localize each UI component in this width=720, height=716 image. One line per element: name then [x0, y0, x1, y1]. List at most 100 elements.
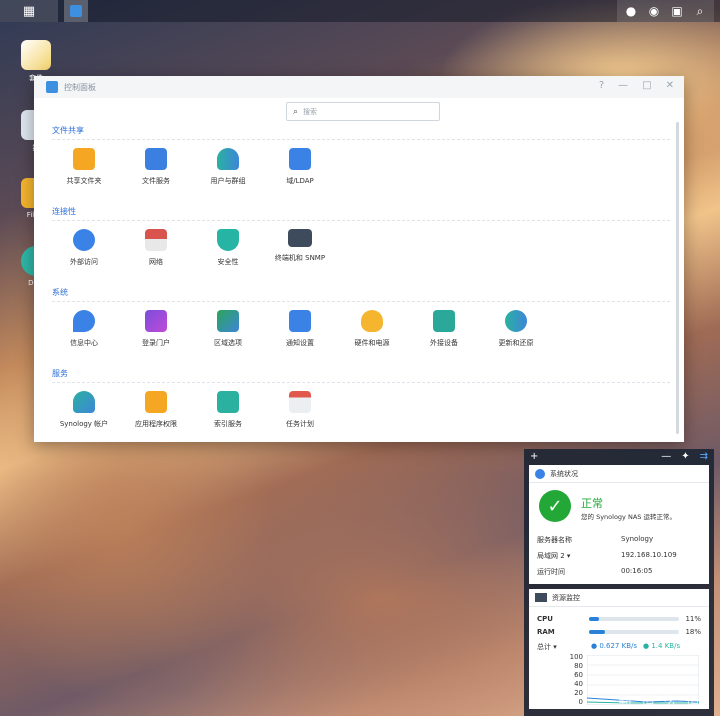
search-icon[interactable]: ⌕: [690, 0, 710, 22]
item-label: 外接设备: [430, 339, 458, 347]
resource-monitor-card: 资源监控 CPU 11% RAM 18% 总计 ▾ ● 0.627 KB/s ●…: [529, 589, 709, 709]
item-label: 通知设置: [286, 339, 314, 347]
widget-panel: + — ✦ ⇉ 系统状况 ✓ 正常 您的 Synology NAS 运转正常。 …: [524, 449, 714, 716]
item-label: 域/LDAP: [286, 177, 314, 185]
section-title-system: 系统: [52, 288, 68, 297]
monitor-chart-icon: [535, 593, 547, 602]
scrollbar[interactable]: [676, 122, 679, 434]
cpu-bar-fill: [589, 617, 599, 621]
item-label: 应用程序权限: [135, 420, 177, 428]
status-message: 您的 Synology NAS 运转正常。: [581, 513, 676, 521]
notification-icon[interactable]: ●: [621, 0, 641, 22]
total-dropdown[interactable]: 总计 ▾: [537, 642, 557, 652]
upload-rate-value: 0.627 KB/s: [599, 642, 638, 650]
divider: [52, 139, 670, 140]
info-icon: [535, 468, 545, 479]
divider: [52, 220, 670, 221]
update-icon: [505, 310, 527, 332]
users-icon: [217, 148, 239, 170]
watermark: 新 值 么 值: [618, 695, 702, 711]
file-services-icon: [145, 148, 167, 170]
map-clock-icon: [217, 310, 239, 332]
item-domain-ldap[interactable]: 域/LDAP: [265, 148, 335, 186]
maximize-button[interactable]: □: [642, 80, 651, 91]
control-panel-icon: [46, 81, 58, 93]
taskbar-tray: ● ◉ ▣ ⌕: [617, 0, 714, 22]
ram-percent: 18%: [685, 628, 701, 636]
item-regional-options[interactable]: 区域选项: [193, 310, 263, 348]
item-label: 索引服务: [214, 420, 242, 428]
axis-tick: 40: [574, 680, 583, 688]
item-login-portal[interactable]: 登录门户: [121, 310, 191, 348]
uptime-label: 运行时间: [537, 568, 565, 576]
package-center-icon: [21, 40, 51, 70]
minimize-button[interactable]: —: [618, 80, 628, 91]
search-icon: ⌕: [293, 106, 299, 117]
item-label: 更新和还原: [498, 339, 534, 347]
widget-settings-icon[interactable]: ⇉: [700, 451, 708, 462]
divider: [52, 301, 670, 302]
axis-tick: 20: [574, 689, 583, 697]
domain-icon: [289, 148, 311, 170]
cpu-bar: [589, 617, 679, 621]
item-external-access[interactable]: 外部访问: [49, 229, 119, 267]
item-notification[interactable]: 通知设置: [265, 310, 335, 348]
help-button[interactable]: ?: [599, 80, 604, 91]
item-shared-folder[interactable]: 共享文件夹: [49, 148, 119, 186]
item-update-restore[interactable]: 更新和还原: [481, 310, 551, 348]
item-label: 用户与群组: [210, 177, 246, 185]
cpu-percent: 11%: [685, 615, 701, 623]
widgets-icon[interactable]: ▣: [667, 0, 687, 22]
download-rate: ● 1.4 KB/s: [643, 642, 681, 650]
item-hardware-power[interactable]: 硬件和电源: [337, 310, 407, 348]
uptime-value: 00:16:05: [621, 567, 653, 575]
resource-monitor-title: 资源监控: [552, 593, 580, 602]
server-name-label: 服务器名称: [537, 536, 572, 544]
item-security[interactable]: 安全性: [193, 229, 263, 267]
section-title-file-sharing: 文件共享: [52, 126, 84, 135]
axis-tick: 80: [574, 662, 583, 670]
control-panel-window: 控制面板 ? — □ ✕ ⌕ 搜索 文件共享 共享文件夹 文件服务 用户与群组 …: [34, 76, 684, 442]
add-widget-icon[interactable]: +: [530, 451, 538, 462]
window-title: 控制面板: [64, 82, 96, 92]
window-titlebar[interactable]: 控制面板 ? — □ ✕: [34, 76, 684, 98]
item-task-scheduler[interactable]: 任务计划: [265, 391, 335, 429]
main-menu-button[interactable]: ▦: [0, 0, 58, 22]
item-label: 外部访问: [70, 258, 98, 266]
axis-tick: 100: [569, 653, 583, 661]
axis-tick: 0: [578, 698, 583, 706]
info-icon: [73, 310, 95, 332]
shield-icon: [217, 229, 239, 251]
search-input[interactable]: ⌕ 搜索: [286, 102, 440, 121]
system-status-title: 系统状况: [550, 469, 578, 478]
item-app-privileges[interactable]: 应用程序权限: [121, 391, 191, 429]
item-label: Synology 帐户: [59, 420, 109, 428]
control-panel-icon: [70, 5, 82, 17]
pin-icon[interactable]: ✦: [681, 451, 689, 462]
external-access-icon: [73, 229, 95, 251]
ram-label: RAM: [537, 628, 555, 636]
download-rate-value: 1.4 KB/s: [651, 642, 681, 650]
item-label: 终端机和 SNMP: [274, 254, 326, 262]
taskbar-control-panel-button[interactable]: [64, 0, 88, 22]
close-button[interactable]: ✕: [666, 80, 674, 91]
item-network[interactable]: 网络: [121, 229, 191, 267]
item-label: 网络: [149, 258, 163, 266]
minimize-widget-icon[interactable]: —: [661, 451, 671, 462]
grid-icon: ▦: [22, 3, 36, 19]
user-icon[interactable]: ◉: [644, 0, 664, 22]
server-name-value: Synology: [621, 535, 654, 543]
index-search-icon: [217, 391, 239, 413]
status-ok-icon: ✓: [539, 490, 571, 522]
item-synology-account[interactable]: Synology 帐户: [49, 391, 119, 429]
item-indexing-service[interactable]: 索引服务: [193, 391, 263, 429]
lan-dropdown[interactable]: 局域网 2 ▾: [537, 551, 570, 561]
item-info-center[interactable]: 信息中心: [49, 310, 119, 348]
item-label: 任务计划: [286, 420, 314, 428]
item-label: 安全性: [217, 258, 239, 266]
item-file-services[interactable]: 文件服务: [121, 148, 191, 186]
item-external-devices[interactable]: 外接设备: [409, 310, 479, 348]
item-user-group[interactable]: 用户与群组: [193, 148, 263, 186]
lightbulb-icon: [361, 310, 383, 332]
item-terminal-snmp[interactable]: 终端机和 SNMP: [265, 229, 335, 263]
